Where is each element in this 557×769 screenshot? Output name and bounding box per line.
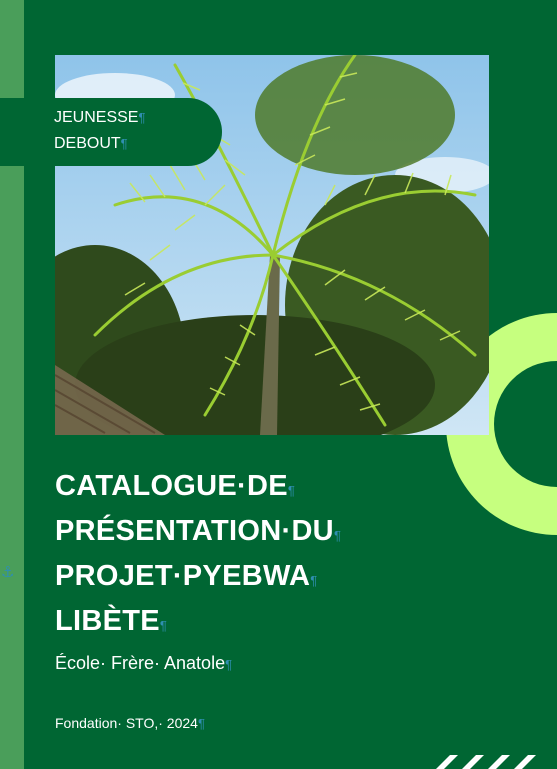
pilcrow-mark: ¶ bbox=[287, 483, 296, 498]
tag-line-2: DEBOUT¶ bbox=[54, 135, 128, 152]
anchor-icon: ⚓ bbox=[1, 563, 15, 581]
footer-foundation-year: Fondation· STO,· 2024¶ bbox=[55, 715, 205, 731]
pilcrow-mark: ¶ bbox=[197, 716, 205, 731]
cover-page: JEUNESSE¶ DEBOUT¶ CATALOGUE·DE¶ PRÉSENTA… bbox=[0, 0, 557, 769]
document-title: CATALOGUE·DE¶ PRÉSENTATION·DU¶ PROJET·PY… bbox=[55, 466, 515, 646]
title-line-3: PROJET·PYEBWA¶ bbox=[55, 560, 318, 592]
title-line-2: PRÉSENTATION·DU¶ bbox=[55, 515, 342, 547]
title-line-4: LIBÈTE¶ bbox=[55, 605, 168, 637]
title-line-1: CATALOGUE·DE¶ bbox=[55, 470, 296, 502]
tag-line-1: JEUNESSE¶ bbox=[54, 109, 146, 126]
pilcrow-mark: ¶ bbox=[310, 573, 318, 588]
pilcrow-mark: ¶ bbox=[159, 618, 168, 633]
pilcrow-mark: ¶ bbox=[225, 657, 233, 672]
pilcrow-mark: ¶ bbox=[333, 528, 342, 543]
pilcrow-mark: ¶ bbox=[120, 136, 128, 151]
tag-badge-jeunesse-debout: JEUNESSE¶ DEBOUT¶ bbox=[0, 98, 222, 166]
school-subtitle: École· Frère· Anatole¶ bbox=[55, 653, 233, 673]
pilcrow-mark: ¶ bbox=[138, 110, 146, 125]
chevron-right-icon bbox=[436, 755, 536, 769]
